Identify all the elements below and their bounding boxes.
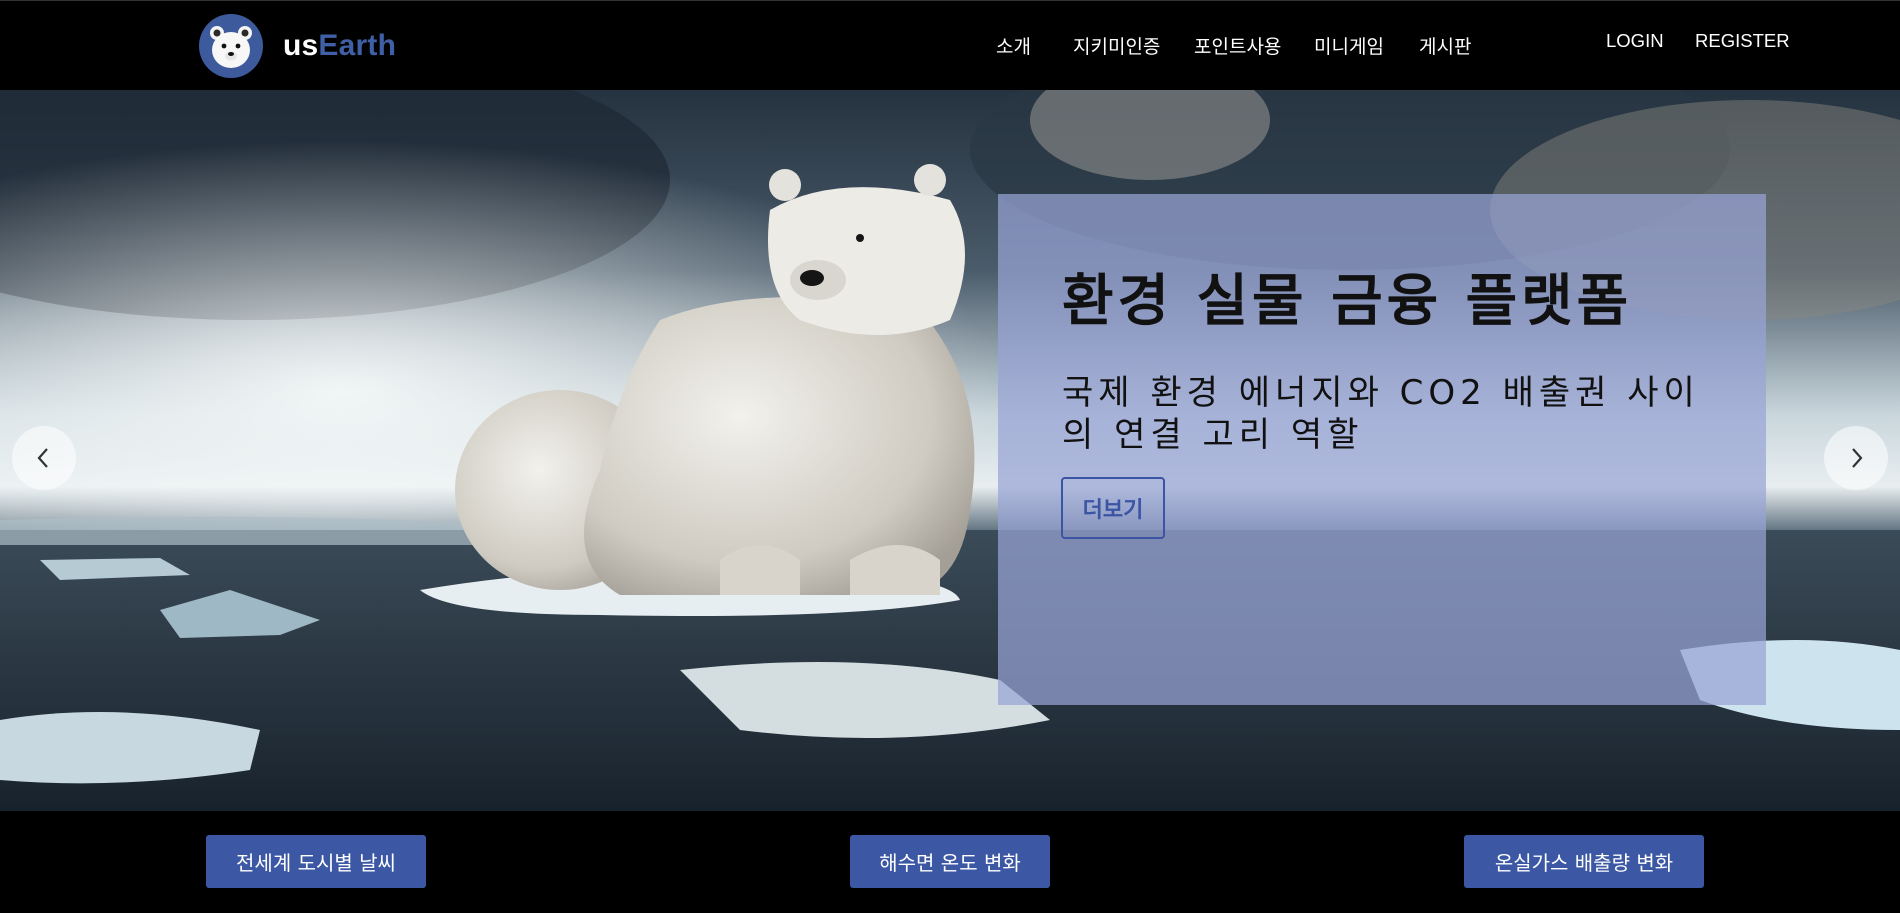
brand-name-part2: Earth [318,29,397,62]
home-logo-link[interactable]: usEarth [199,14,396,78]
login-link[interactable]: LOGIN [1606,30,1664,52]
chevron-right-icon [1852,448,1863,468]
data-links-bar: 전세계 도시별 날씨 해수면 온도 변화 온실가스 배출량 변화 [0,811,1900,913]
carousel-next-button[interactable] [1824,426,1888,490]
nav-item-minigame[interactable]: 미니게임 [1314,32,1384,59]
nav-item-points[interactable]: 포인트사용 [1194,32,1281,59]
sea-temperature-button[interactable]: 해수면 온도 변화 [850,835,1050,888]
site-header: usEarth 소개 지키미인증 포인트사용 미니게임 게시판 LOGIN RE… [0,0,1900,90]
hero-subtitle: 국제 환경 에너지와 CO2 배출권 사이의 연결 고리 역할 [1062,373,1700,455]
chevron-left-icon [37,448,48,468]
hero-text-panel: 환경 실물 금융 플랫폼 국제 환경 에너지와 CO2 배출권 사이의 연결 고… [998,194,1766,705]
more-button[interactable]: 더보기 [1061,477,1165,539]
polar-bear-icon [199,14,263,78]
brand-name-part1: us [283,29,319,62]
hero-carousel: 환경 실물 금융 플랫폼 국제 환경 에너지와 CO2 배출권 사이의 연결 고… [0,90,1900,811]
nav-item-certification[interactable]: 지키미인증 [1073,32,1160,59]
nav-item-intro[interactable]: 소개 [996,32,1031,59]
register-link[interactable]: REGISTER [1695,30,1790,52]
greenhouse-gas-button[interactable]: 온실가스 배출량 변화 [1464,835,1704,888]
world-weather-button[interactable]: 전세계 도시별 날씨 [206,835,426,888]
brand-name: usEarth [283,29,396,63]
hero-title: 환경 실물 금융 플랫폼 [1062,269,1633,334]
carousel-prev-button[interactable] [12,426,76,490]
nav-item-board[interactable]: 게시판 [1419,32,1471,59]
